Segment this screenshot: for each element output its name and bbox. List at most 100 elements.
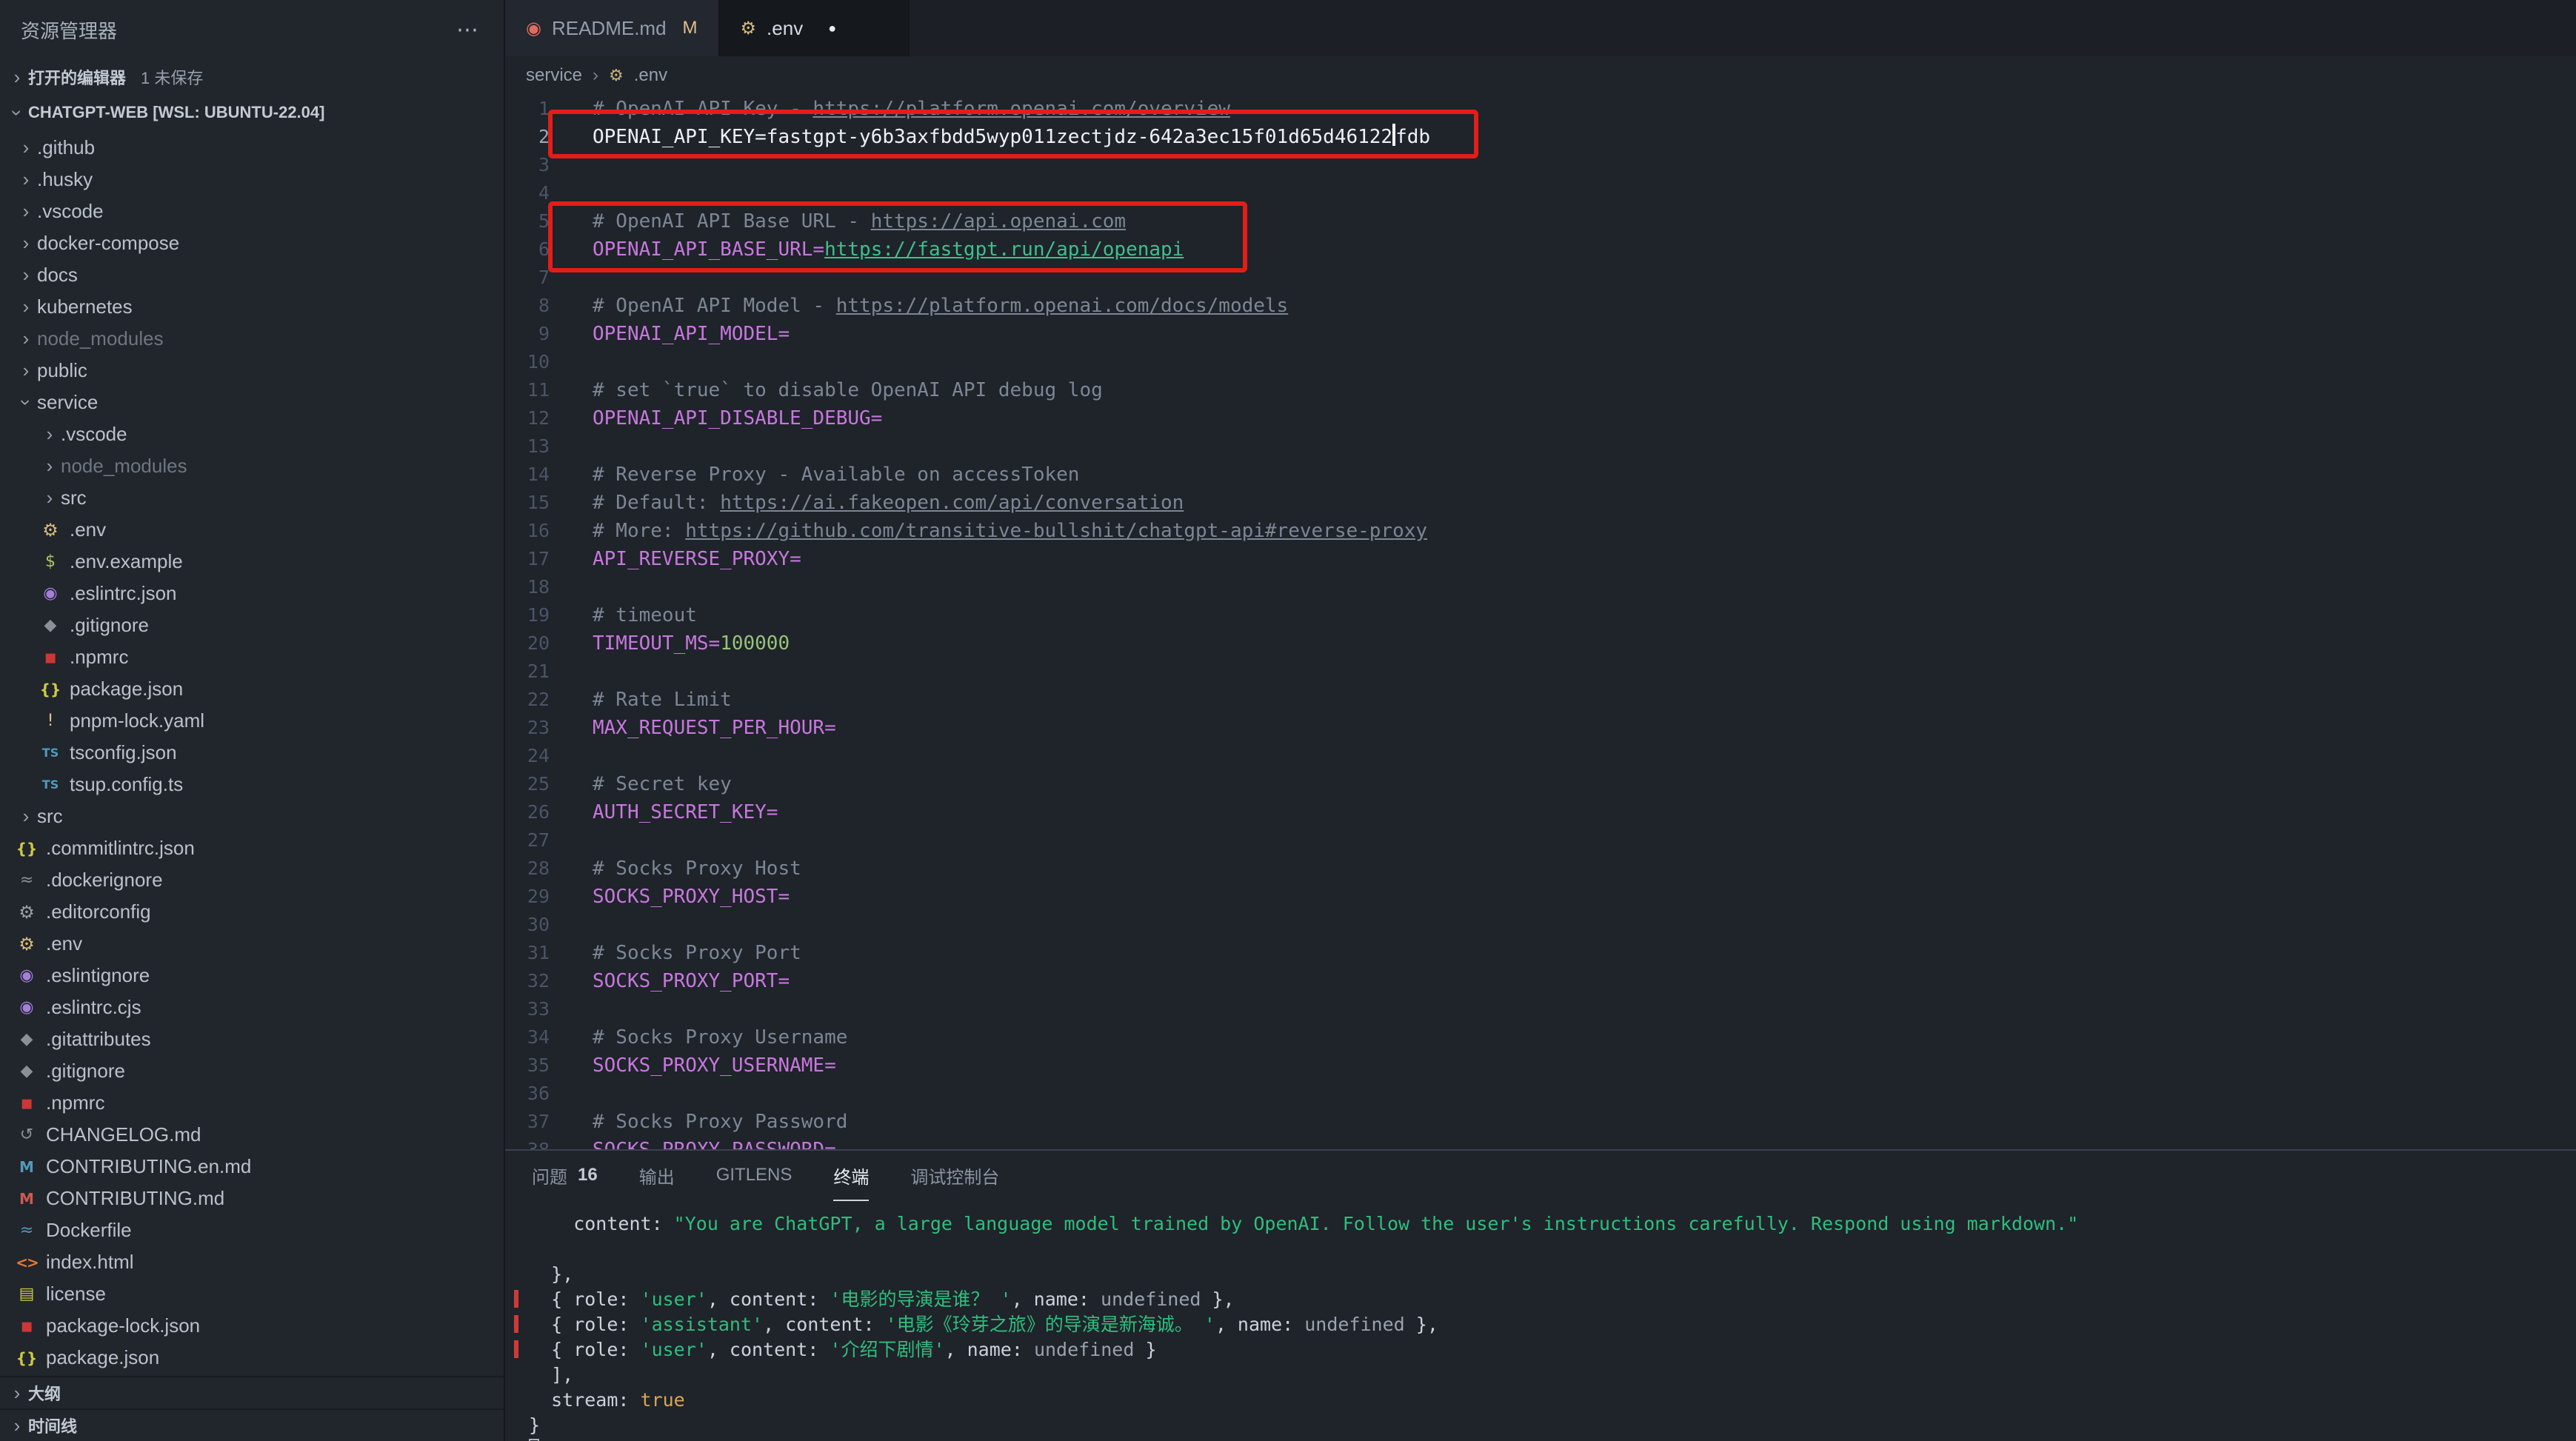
panel-tab-gitlens[interactable]: GITLENS [716,1151,793,1201]
tree-item[interactable]: ›.vscode [0,195,504,227]
tree-item[interactable]: $.env.example [0,546,504,578]
code-line[interactable]: 16# More: https://github.com/transitive-… [505,517,2576,545]
tree-item[interactable]: ◆.gitignore [0,609,504,641]
tree-item[interactable]: ›src [0,482,504,514]
tree-item[interactable]: {}.commitlintrc.json [0,832,504,864]
code-line[interactable]: 20TIMEOUT_MS=100000 [505,629,2576,658]
tree-item[interactable]: ⚙.editorconfig [0,896,504,928]
code-line[interactable]: 14# Reverse Proxy - Available on accessT… [505,461,2576,489]
project-section[interactable]: › CHATGPT-WEB [WSL: UBUNTU-22.04] [0,95,504,130]
code-line[interactable]: 7 [505,264,2576,292]
code-line[interactable]: 37# Socks Proxy Password [505,1108,2576,1136]
panel-tab-output[interactable]: 输出 [639,1151,675,1201]
line-number: 28 [505,855,573,883]
outline-section[interactable]: › 大纲 [0,1376,504,1408]
tree-item[interactable]: ◉.eslintrc.json [0,578,504,609]
code-line[interactable]: 23MAX_REQUEST_PER_HOUR= [505,714,2576,742]
code-line[interactable]: 5# OpenAI API Base URL - https://api.ope… [505,207,2576,235]
tree-item[interactable]: ›.husky [0,164,504,195]
tree-item[interactable]: ›.github [0,132,504,164]
tree-item[interactable]: ›.vscode [0,418,504,450]
code-line[interactable]: 15# Default: https://ai.fakeopen.com/api… [505,489,2576,517]
code-line[interactable]: 26AUTH_SECRET_KEY= [505,798,2576,826]
code-line[interactable]: 22# Rate Limit [505,686,2576,714]
open-editors-section[interactable]: › 打开的编辑器 1 未保存 [0,59,504,95]
tree-item[interactable]: ›node_modules [0,450,504,482]
code-line[interactable]: 19# timeout [505,601,2576,629]
panel-tab-debug-console[interactable]: 调试控制台 [910,1151,999,1201]
code-line[interactable]: 4 [505,179,2576,207]
tree-item[interactable]: TStsconfig.json [0,737,504,769]
tree-item[interactable]: ▪.npmrc [0,641,504,673]
code-line[interactable]: 17API_REVERSE_PROXY= [505,545,2576,573]
tree-item[interactable]: ›docs [0,259,504,291]
code-line[interactable]: 32SOCKS_PROXY_PORT= [505,967,2576,995]
timeline-section[interactable]: › 时间线 [0,1408,504,1441]
tree-item[interactable]: ▪.npmrc [0,1087,504,1119]
breadcrumb[interactable]: service › ⚙ .env [505,56,2576,95]
tab-bar: ◉README.mdM⚙.env● [505,0,2576,56]
tree-item[interactable]: ⚙.env [0,928,504,960]
code-line[interactable]: 10 [505,348,2576,376]
panel-tab-terminal[interactable]: 终端 [833,1151,869,1201]
tree-item[interactable]: ↺CHANGELOG.md [0,1119,504,1151]
tree-item[interactable]: ◆.gitattributes [0,1023,504,1055]
terminal-output[interactable]: content: "You are ChatGPT, a large langu… [505,1201,2576,1441]
tree-item[interactable]: {}package.json [0,1342,504,1374]
tree-item[interactable]: ≈.dockerignore [0,864,504,896]
tree-item[interactable]: ›service [0,387,504,418]
code-line[interactable]: 2OPENAI_API_KEY=fastgpt-y6b3axfbdd5wyp01… [505,123,2576,151]
code-line[interactable]: 18 [505,573,2576,601]
tree-item[interactable]: ⚙.env [0,514,504,546]
tree-item[interactable]: ◆.gitignore [0,1055,504,1087]
code-line[interactable]: 36 [505,1080,2576,1108]
code-line[interactable]: 11# set `true` to disable OpenAI API deb… [505,376,2576,404]
code-line[interactable]: 24 [505,742,2576,770]
tree-item[interactable]: ▪package-lock.json [0,1310,504,1342]
code-line[interactable]: 38SOCKS_PROXY_PASSWORD= [505,1136,2576,1149]
tree-item[interactable]: ▤license [0,1278,504,1310]
code-line[interactable]: 25# Secret key [505,770,2576,798]
breadcrumb-folder[interactable]: service [526,65,582,86]
panel-tab-problems[interactable]: 问题16 [532,1151,598,1201]
code-line[interactable]: 30 [505,911,2576,939]
tree-item[interactable]: ≈Dockerfile [0,1214,504,1246]
code-line[interactable]: 21 [505,658,2576,686]
tab-readme[interactable]: ◉README.mdM [505,0,720,56]
tree-item[interactable]: ◉.eslintignore [0,960,504,992]
tree-item[interactable]: MCONTRIBUTING.md [0,1183,504,1214]
tree-item[interactable]: ›kubernetes [0,291,504,323]
code-line[interactable]: 27 [505,826,2576,855]
tree-item[interactable]: ◉.eslintrc.cjs [0,992,504,1023]
bang-icon: ! [39,712,62,730]
gear-icon: ⚙ [39,520,62,541]
tree-item[interactable]: !pnpm-lock.yaml [0,705,504,737]
tree-item[interactable]: ›src [0,800,504,832]
tree-item[interactable]: ›docker-compose [0,227,504,259]
code-line[interactable]: 33 [505,995,2576,1023]
code-line[interactable]: 6OPENAI_API_BASE_URL=https://fastgpt.run… [505,235,2576,264]
code-line[interactable]: 9OPENAI_API_MODEL= [505,320,2576,348]
breadcrumb-file[interactable]: .env [634,65,667,86]
code-line[interactable]: 8# OpenAI API Model - https://platform.o… [505,292,2576,320]
code-line[interactable]: 29SOCKS_PROXY_HOST= [505,883,2576,911]
line-number: 4 [505,179,573,207]
code-line[interactable]: 13 [505,432,2576,461]
code-line[interactable]: 34# Socks Proxy Username [505,1023,2576,1052]
tree-item[interactable]: TStsup.config.ts [0,769,504,800]
more-actions-icon[interactable]: ⋯ [456,17,480,43]
code-line[interactable]: 31# Socks Proxy Port [505,939,2576,967]
tree-item[interactable]: MCONTRIBUTING.en.md [0,1151,504,1183]
code-line[interactable]: 3 [505,151,2576,179]
code-line[interactable]: 1# OpenAI API Key - https://platform.ope… [505,95,2576,123]
tree-item[interactable]: {}package.json [0,673,504,705]
code-line[interactable]: 35SOCKS_PROXY_USERNAME= [505,1052,2576,1080]
code-line[interactable]: 12OPENAI_API_DISABLE_DEBUG= [505,404,2576,432]
tree-item[interactable]: ›node_modules [0,323,504,355]
tab-env[interactable]: ⚙.env● [720,0,910,56]
code-editor[interactable]: 1# OpenAI API Key - https://platform.ope… [505,95,2576,1149]
tree-item[interactable]: <>index.html [0,1246,504,1278]
code-line[interactable]: 28# Socks Proxy Host [505,855,2576,883]
tree-item[interactable]: ›public [0,355,504,387]
line-number: 36 [505,1080,573,1108]
